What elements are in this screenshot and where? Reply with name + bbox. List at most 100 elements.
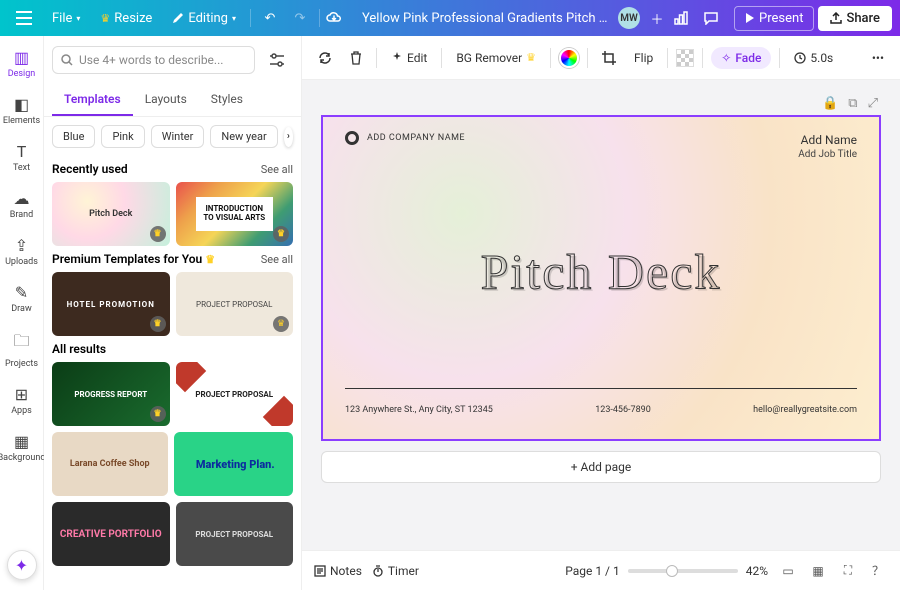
slide-job[interactable]: Add Job Title (798, 149, 857, 160)
slide-phone[interactable]: 123-456-7890 (595, 405, 651, 415)
rail-brand[interactable]: ☁Brand (0, 183, 44, 226)
top-toolbar: File▾ ♛Resize Editing▾ ↶ ↷ Yellow Pink P… (0, 0, 900, 36)
premium-heading: Premium Templates for You ♛ (52, 252, 215, 266)
cloud-sync-icon[interactable] (326, 12, 352, 24)
rail-background[interactable]: ▦Background (0, 426, 44, 469)
tab-styles[interactable]: Styles (199, 84, 255, 116)
rail-apps[interactable]: ⊞Apps (0, 379, 44, 422)
canvas-area: Edit BG Remover ♛ Flip ✧Fade 5.0s ••• 🔒 … (302, 36, 900, 590)
recent-heading: Recently used (52, 162, 128, 176)
edit-button[interactable]: Edit (385, 47, 433, 69)
slide-company[interactable]: ADD COMPANY NAME (367, 133, 465, 143)
notes-icon (314, 565, 326, 577)
expand-icon[interactable]: ⤢ (868, 96, 878, 111)
rail-elements[interactable]: ◧Elements (0, 89, 44, 132)
fullscreen-icon[interactable]: ⛶ (838, 563, 858, 578)
magic-icon (391, 52, 403, 64)
comment-button[interactable] (704, 11, 730, 25)
slide-view-icon[interactable]: ▭ (778, 564, 798, 578)
delete-button[interactable] (344, 47, 368, 69)
search-input[interactable]: Use 4+ words to describe... (52, 46, 255, 74)
search-placeholder: Use 4+ words to describe... (79, 53, 223, 67)
rail-uploads[interactable]: ⇪Uploads (0, 230, 44, 273)
color-picker[interactable] (559, 48, 579, 68)
chip-winter[interactable]: Winter (151, 125, 205, 148)
lock-icon[interactable]: 🔒 (822, 96, 838, 111)
share-button[interactable]: Share (818, 6, 892, 31)
fade-button[interactable]: ✧Fade (711, 47, 771, 69)
template-thumb[interactable]: INTRODUCTION TO VISUAL ARTS♛ (176, 182, 294, 246)
elements-icon: ◧ (14, 95, 29, 114)
zoom-slider[interactable] (628, 569, 738, 573)
duplicate-icon[interactable]: ⧉ (848, 96, 857, 111)
template-thumb[interactable]: PROJECT PROPOSAL (176, 502, 294, 566)
add-collaborator-button[interactable]: ＋ (644, 9, 670, 28)
slide-name[interactable]: Add Name (801, 133, 857, 147)
slide-address[interactable]: 123 Anywhere St., Any City, ST 12345 (345, 405, 493, 415)
slide-title[interactable]: Pitch Deck (481, 243, 722, 302)
tab-layouts[interactable]: Layouts (133, 84, 199, 116)
crown-icon: ♛ (205, 253, 215, 266)
sync-button[interactable] (312, 47, 338, 69)
magic-button[interactable]: ✦ (7, 550, 37, 580)
template-thumb[interactable]: Larana Coffee Shop (52, 432, 168, 496)
chip-blue[interactable]: Blue (52, 125, 95, 148)
template-thumb[interactable]: HOTEL PROMOTION♛ (52, 272, 170, 336)
chip-pink[interactable]: Pink (101, 125, 144, 148)
help-icon[interactable]: ？ (868, 562, 888, 579)
resize-menu[interactable]: ♛Resize (92, 7, 160, 30)
background-icon: ▦ (14, 432, 29, 451)
see-all-recent[interactable]: See all (261, 163, 293, 176)
crop-button[interactable] (596, 47, 622, 69)
grid-view-icon[interactable]: ▦ (808, 564, 828, 578)
upload-icon (830, 12, 842, 24)
notes-button[interactable]: Notes (314, 564, 362, 578)
template-thumb[interactable]: Marketing Plan. (174, 432, 294, 496)
rail-draw[interactable]: ✎Draw (0, 277, 44, 320)
template-thumb[interactable]: CREATIVE PORTFOLIO (52, 502, 170, 566)
filter-button[interactable] (261, 44, 293, 76)
chips-scroll-right[interactable]: › (284, 127, 293, 147)
template-thumb[interactable]: PROGRESS REPORT♛ (52, 362, 170, 426)
play-icon (745, 13, 755, 23)
user-avatar[interactable]: MW (618, 7, 640, 29)
pencil-icon (172, 12, 184, 24)
tab-templates[interactable]: Templates (52, 84, 133, 116)
text-icon: T (17, 142, 27, 161)
see-all-premium[interactable]: See all (261, 253, 293, 266)
sparkle-icon: ✧ (721, 51, 731, 65)
rail-text[interactable]: TText (0, 136, 44, 179)
add-page-button[interactable]: + Add page (321, 451, 881, 483)
duration-button[interactable]: 5.0s (788, 47, 839, 69)
trash-icon (350, 51, 362, 65)
bottom-bar: Notes Timer Page 1 / 1 42% ▭ ▦ ⛶ ？ (302, 550, 900, 590)
more-button[interactable]: ••• (866, 47, 890, 69)
present-button[interactable]: Present (734, 6, 814, 31)
chip-newyear[interactable]: New year (210, 125, 277, 148)
redo-button[interactable]: ↷ (287, 11, 313, 26)
search-icon (61, 54, 73, 66)
file-menu[interactable]: File▾ (44, 7, 88, 30)
template-thumb[interactable]: PROJECT PROPOSAL♛ (176, 272, 294, 336)
template-thumb[interactable]: PROJECT PROPOSAL (176, 362, 294, 426)
rail-projects[interactable]: 🗀Projects (0, 324, 44, 375)
template-thumb[interactable]: Pitch Deck♛ (52, 182, 170, 246)
crown-icon: ♛ (273, 226, 289, 242)
slide-email[interactable]: hello@reallygreatsite.com (753, 405, 857, 415)
crown-icon: ♛ (526, 51, 536, 64)
zoom-value: 42% (746, 564, 768, 578)
bg-remover-button[interactable]: BG Remover ♛ (450, 47, 542, 69)
filter-chips: Blue Pink Winter New year › (44, 117, 301, 156)
rail-design[interactable]: ▥Design (0, 42, 44, 85)
document-title[interactable]: Yellow Pink Professional Gradients Pitch… (356, 11, 614, 26)
timer-button[interactable]: Timer (372, 564, 419, 578)
editing-menu[interactable]: Editing▾ (164, 7, 244, 30)
undo-button[interactable]: ↶ (257, 11, 283, 26)
slide-canvas[interactable]: ADD COMPANY NAME Add Name Add Job Title … (321, 115, 881, 441)
flip-button[interactable]: Flip (628, 47, 659, 69)
analytics-button[interactable] (674, 11, 700, 25)
slide-logo[interactable] (345, 131, 359, 145)
crown-icon: ♛ (150, 226, 166, 242)
menu-hamburger[interactable] (8, 11, 40, 25)
transparency-button[interactable] (676, 49, 694, 67)
